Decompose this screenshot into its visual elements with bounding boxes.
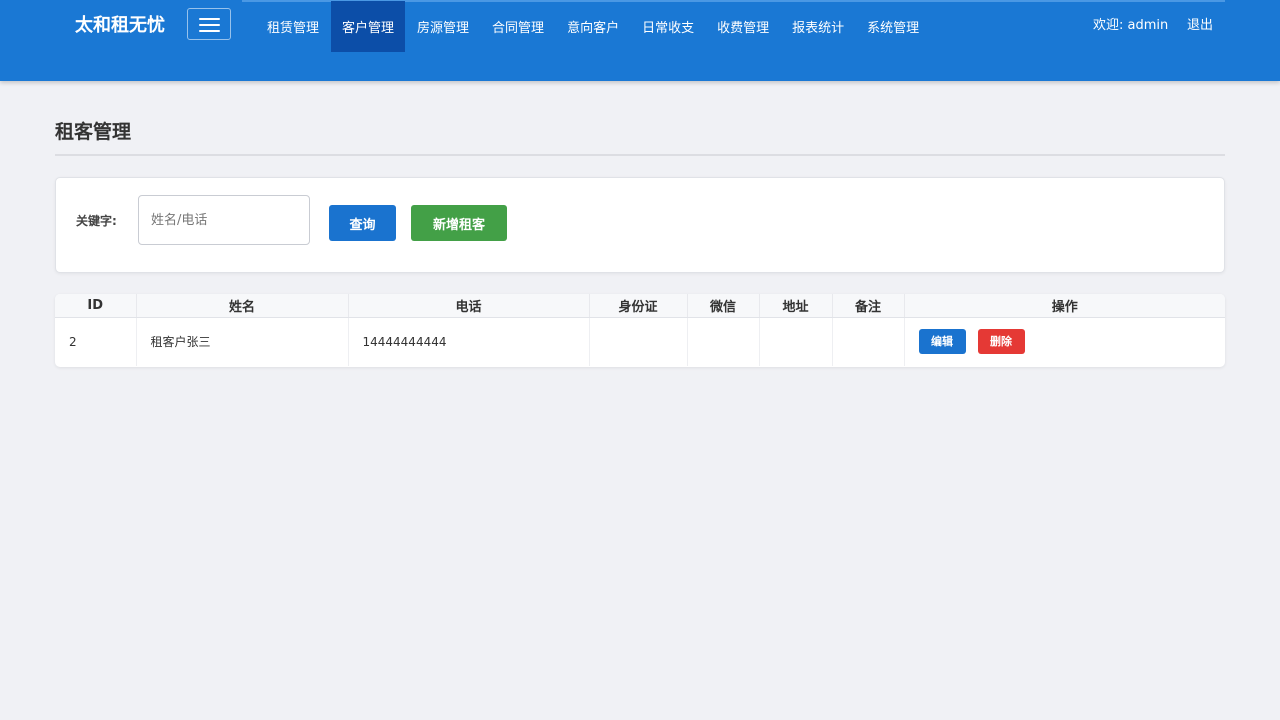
column-header-id: ID [55,294,137,318]
main-nav: 租赁管理 客户管理 房源管理 合同管理 意向客户 日常收支 收费管理 报表统计 … [256,1,930,52]
nav-item-contract[interactable]: 合同管理 [481,1,555,52]
nav-item-customer[interactable]: 客户管理 [331,1,406,52]
nav-item-lease[interactable]: 租赁管理 [256,1,330,52]
keyword-label: 关键字: [76,214,117,228]
edit-button[interactable]: 编辑 [918,329,966,355]
nav-item-prospect[interactable]: 意向客户 [556,1,630,52]
cell-address [759,317,833,366]
cell-name: 租客户张三 [136,317,349,366]
keyword-input[interactable] [138,195,310,245]
delete-button[interactable]: 删除 [977,329,1025,355]
cell-wechat [687,317,760,366]
query-button[interactable]: 查询 [329,205,396,241]
cell-remark [832,317,905,366]
tenant-table: ID 姓名 电话 身份证 微信 地址 备注 操作 2 租客户张三 1444444… [55,294,1225,366]
page-title: 租客管理 [55,121,132,143]
column-header-remark: 备注 [832,294,905,318]
cell-phone: 14444444444 [348,317,590,366]
add-tenant-button[interactable]: 新增租客 [411,205,507,241]
menu-toggle-button[interactable] [187,8,231,40]
nav-item-daily-finance[interactable]: 日常收支 [631,1,705,52]
search-panel: 关键字: 查询 新增租客 [55,177,1225,273]
brand-title[interactable]: 太和租无忧 [75,14,165,38]
table-row: 2 租客户张三 14444444444 编辑 删除 [55,317,1225,366]
table-header-row: ID 姓名 电话 身份证 微信 地址 备注 操作 [55,294,1225,318]
cell-idcard [589,317,688,366]
column-header-name: 姓名 [136,294,349,318]
column-header-wechat: 微信 [687,294,760,318]
welcome-user: 欢迎: admin [1093,18,1169,33]
nav-item-reports[interactable]: 报表统计 [781,1,855,52]
nav-item-system[interactable]: 系统管理 [856,1,930,52]
top-navbar: 太和租无忧 租赁管理 客户管理 房源管理 合同管理 意向客户 日常收支 收费管理… [0,0,1280,81]
title-divider [55,154,1225,156]
logout-link[interactable]: 退出 [1187,17,1213,35]
nav-item-billing[interactable]: 收费管理 [706,1,780,52]
column-header-address: 地址 [759,294,833,318]
cell-id: 2 [55,317,137,366]
column-header-actions: 操作 [904,294,1225,318]
tenant-table-container: ID 姓名 电话 身份证 微信 地址 备注 操作 2 租客户张三 1444444… [55,294,1225,367]
cell-actions: 编辑 删除 [904,317,1225,366]
column-header-phone: 电话 [348,294,590,318]
column-header-idcard: 身份证 [589,294,688,318]
nav-item-property[interactable]: 房源管理 [406,1,480,52]
